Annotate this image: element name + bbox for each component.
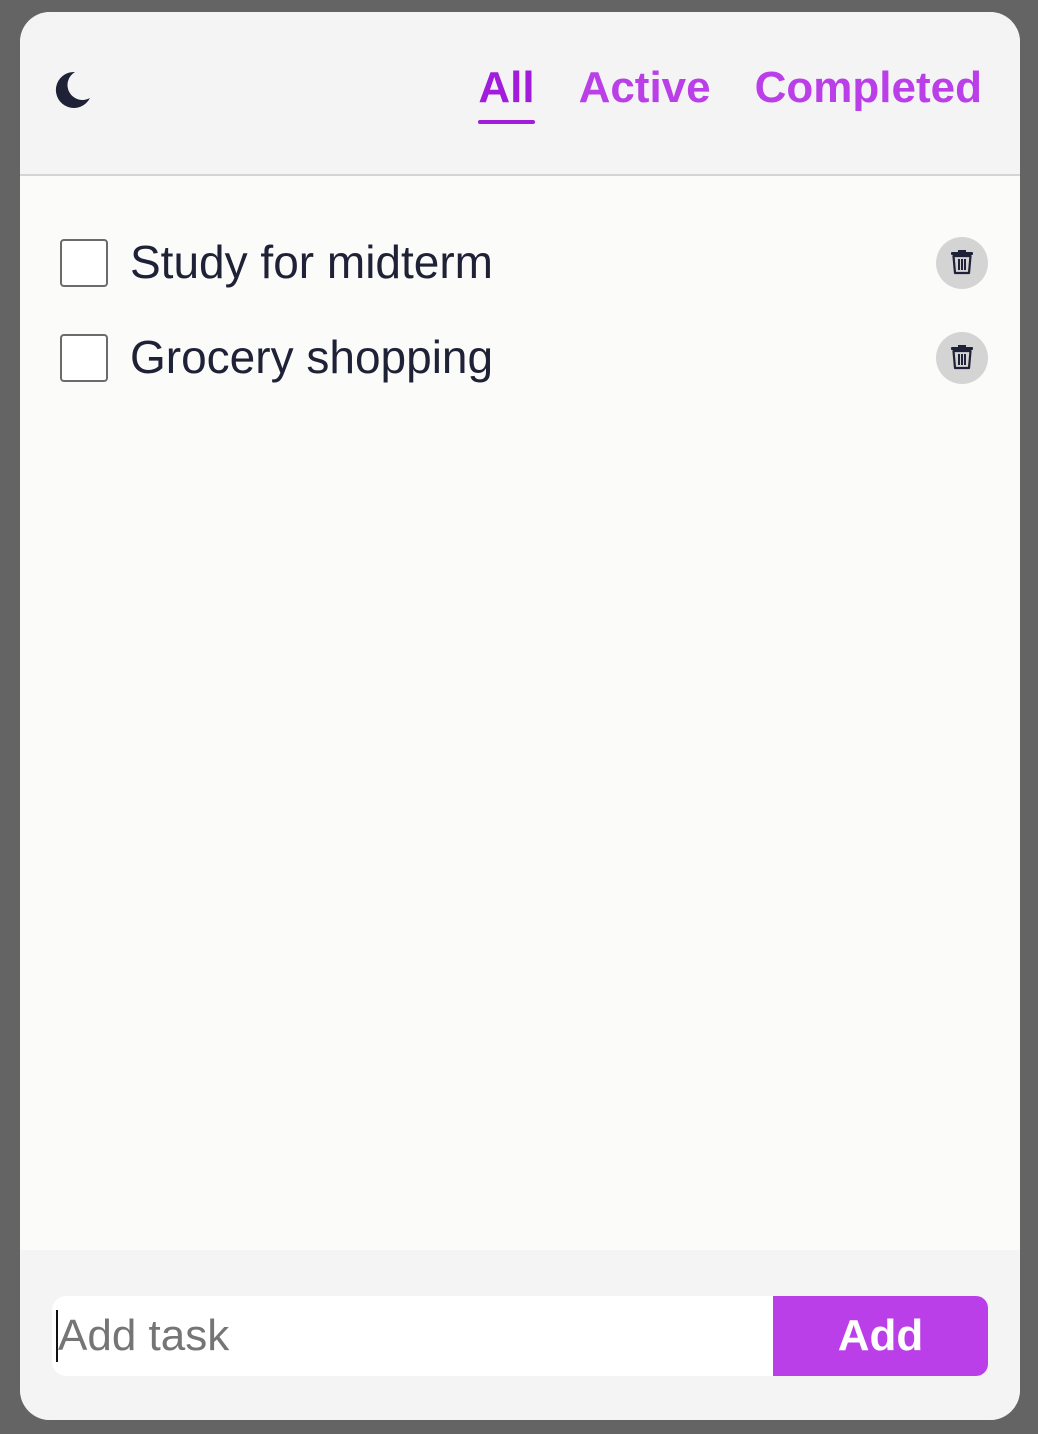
tab-active[interactable]: Active [579,62,711,122]
tab-all[interactable]: All [478,62,535,124]
delete-task-button[interactable] [936,332,988,384]
add-task-bar: Add [20,1250,1020,1420]
app-header: All Active Completed [20,12,1020,176]
todo-app-card: All Active Completed Study for midterm G… [20,12,1020,1420]
delete-task-button[interactable] [936,237,988,289]
task-item: Study for midterm [20,228,1020,323]
trash-icon [949,342,975,375]
task-list: Study for midterm Grocery shopping [20,228,1020,418]
add-task-button[interactable]: Add [773,1296,988,1376]
task-label: Grocery shopping [130,331,494,383]
filter-tabs: All Active Completed [478,62,982,124]
tab-completed[interactable]: Completed [755,62,982,122]
task-item: Grocery shopping [20,323,1020,418]
task-label: Study for midterm [130,236,493,288]
task-checkbox[interactable] [60,239,108,287]
task-checkbox[interactable] [60,334,108,382]
add-task-input[interactable] [52,1296,774,1376]
moon-icon[interactable] [50,68,94,112]
trash-icon [949,247,975,280]
text-caret [56,1310,58,1362]
